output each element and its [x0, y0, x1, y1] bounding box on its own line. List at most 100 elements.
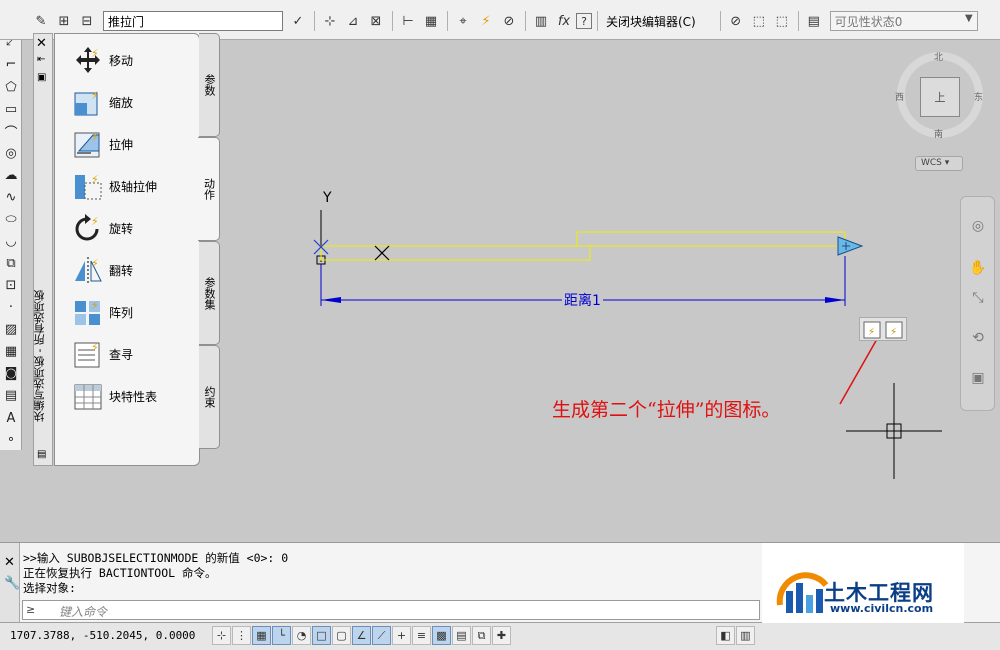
palette-title: 块编写选项板 - 所有选项板: [33, 290, 46, 422]
3d-object-snap-icon[interactable]: ▢: [332, 626, 351, 645]
tab-label: 参数集: [203, 276, 216, 310]
dynamic-ucs-icon[interactable]: ⟋: [372, 626, 391, 645]
tab-label: 参数: [203, 74, 216, 96]
palette-menu-icon[interactable]: ▤: [37, 449, 46, 460]
svg-text:⚡: ⚡: [890, 327, 897, 338]
snap-mode-icon[interactable]: ⋮: [232, 626, 251, 645]
action-icons-bar: ⚡ ⚡: [859, 317, 907, 341]
tab-parameter-sets[interactable]: 参数集: [199, 241, 220, 345]
wrench-icon[interactable]: 🔧: [4, 576, 20, 591]
pan-icon[interactable]: ✋: [967, 257, 989, 279]
palette-item-label: 拉伸: [109, 137, 134, 152]
infer-constraints-icon[interactable]: ⊹: [212, 626, 231, 645]
coordinates-readout[interactable]: 1707.3788, -510.2045, 0.0000: [10, 629, 195, 642]
stretch-icon: ⚡: [73, 129, 103, 159]
showmotion-icon[interactable]: ▣: [967, 367, 989, 389]
selection-cycling-icon[interactable]: ⧉: [472, 626, 491, 645]
svg-text:⚡: ⚡: [91, 173, 99, 186]
door-panel-2: [576, 231, 846, 247]
palette-item-lookup[interactable]: ⚡ 查寻: [73, 336, 133, 372]
auto-hide-icon[interactable]: ⇤: [37, 54, 45, 65]
compass-south[interactable]: 南: [934, 127, 943, 140]
palette-item-label: 缩放: [109, 95, 134, 110]
ucs-y-label: Y: [323, 190, 332, 206]
dynamic-input-icon[interactable]: +: [392, 626, 411, 645]
stretch-action-icons[interactable]: ⚡ ⚡: [860, 318, 908, 342]
tab-parameters[interactable]: 参数: [199, 33, 220, 137]
command-history: >>输入 SUBOBJSELECTIONMODE 的新值 <0>: 0 正在恢复…: [23, 551, 288, 596]
palette-tabs: 参数 动作 参数集 约束: [198, 33, 221, 463]
command-history-line: 选择对象:: [23, 581, 76, 595]
svg-text:⚡: ⚡: [868, 327, 875, 338]
palette-item-move[interactable]: ⚡ 移动: [73, 42, 133, 78]
flip-icon: ⚡: [73, 255, 103, 285]
transparency-icon[interactable]: ▩: [432, 626, 451, 645]
viewcube-face[interactable]: 上: [920, 77, 960, 117]
tab-label: 动作: [202, 178, 216, 200]
wcs-label: WCS: [921, 158, 942, 168]
drafting-toggles: ⊹ ⋮ ▦ └ ◔ □ ▢ ∠ ⟋ + ≡ ▩ ▤ ⧉ ✚: [212, 626, 512, 645]
command-history-line: 正在恢复执行 BACTIONTOOL 命令。: [23, 566, 217, 580]
palette-item-label: 移动: [109, 53, 134, 68]
command-prompt-icon[interactable]: ≥: [26, 603, 35, 616]
polar-tracking-icon[interactable]: ◔: [292, 626, 311, 645]
lookup-icon: ⚡: [73, 339, 103, 369]
properties-icon[interactable]: ▣: [37, 72, 46, 83]
palette-item-stretch[interactable]: ⚡ 拉伸: [73, 126, 133, 162]
tab-constraints[interactable]: 约束: [199, 345, 220, 449]
lineweight-icon[interactable]: ≡: [412, 626, 431, 645]
rotate-icon: ⚡: [73, 213, 103, 243]
palette-item-flip[interactable]: ⚡ 翻转: [73, 252, 133, 288]
object-snap-icon[interactable]: □: [312, 626, 331, 645]
compass-east[interactable]: 东: [974, 90, 983, 103]
compass-north[interactable]: 北: [934, 50, 943, 63]
command-side-bar: ✕ 🔧: [0, 543, 20, 623]
svg-text:⚡: ⚡: [91, 47, 99, 60]
palette-item-polar-stretch[interactable]: ⚡ 极轴拉伸: [73, 168, 157, 204]
zoom-extents-icon[interactable]: ⤡: [967, 287, 989, 309]
palette-item-scale[interactable]: ⚡ 缩放: [73, 84, 133, 120]
block-table-icon: [73, 381, 103, 411]
palette-item-block-table[interactable]: 块特性表: [73, 378, 157, 414]
scale-icon: ⚡: [73, 87, 103, 117]
svg-text:⚡: ⚡: [91, 341, 99, 354]
annotation-monitor-icon[interactable]: ✚: [492, 626, 511, 645]
palette-item-label: 阵列: [109, 305, 134, 320]
navigation-bar: ◎ ✋ ⤡ ⟲ ▣: [960, 196, 995, 411]
close-icon[interactable]: ✕: [4, 555, 15, 570]
svg-text:⚡: ⚡: [91, 299, 99, 312]
palette-item-label: 查寻: [109, 347, 134, 362]
compass-west[interactable]: 西: [895, 90, 904, 103]
orbit-icon[interactable]: ⟲: [967, 327, 989, 349]
site-logo: 土木工程网 www.civilcn.com: [762, 543, 964, 623]
palette-item-label: 块特性表: [109, 389, 158, 404]
palette-item-label: 极轴拉伸: [109, 179, 158, 194]
tab-actions[interactable]: 动作: [198, 137, 220, 241]
svg-text:⚡: ⚡: [91, 257, 99, 270]
svg-text:⚡: ⚡: [91, 131, 99, 144]
ortho-icon[interactable]: └: [272, 626, 291, 645]
object-snap-tracking-icon[interactable]: ∠: [352, 626, 371, 645]
array-icon: ⚡: [73, 297, 103, 327]
dimension-label[interactable]: 距离1: [562, 290, 603, 310]
wcs-menu[interactable]: WCS ▾: [915, 156, 963, 171]
command-history-line: >>输入 SUBOBJSELECTIONMODE 的新值 <0>: 0: [23, 551, 289, 565]
grid-icon[interactable]: ▦: [252, 626, 271, 645]
quick-properties-icon[interactable]: ▤: [452, 626, 471, 645]
move-icon: ⚡: [73, 45, 103, 75]
model-space-icon[interactable]: ◧: [716, 626, 735, 645]
close-icon[interactable]: ✕: [36, 36, 47, 51]
palette-item-label: 翻转: [109, 263, 134, 278]
palette-item-array[interactable]: ⚡ 阵列: [73, 294, 133, 330]
command-input[interactable]: ≥ 键入命令: [22, 600, 760, 620]
door-panel-1: [320, 245, 591, 261]
status-bar: 1707.3788, -510.2045, 0.0000 ⊹ ⋮ ▦ └ ◔ □…: [0, 622, 1000, 650]
tab-label: 约束: [203, 386, 216, 408]
logo-url: www.civilcn.com: [830, 602, 934, 615]
annotation-text: 生成第二个“拉伸”的图标。: [552, 399, 781, 421]
steering-wheel-icon[interactable]: ◎: [967, 215, 989, 237]
command-placeholder: 键入命令: [59, 605, 108, 619]
quick-view-layouts-icon[interactable]: ▥: [736, 626, 755, 645]
authoring-palette: ⚡ 移动 ⚡ 缩放 ⚡ 拉伸 ⚡ 极轴拉伸 ⚡ 旋转 ⚡ 翻转 ⚡ 阵列 ⚡ 查…: [54, 33, 200, 466]
palette-item-rotate[interactable]: ⚡ 旋转: [73, 210, 133, 246]
